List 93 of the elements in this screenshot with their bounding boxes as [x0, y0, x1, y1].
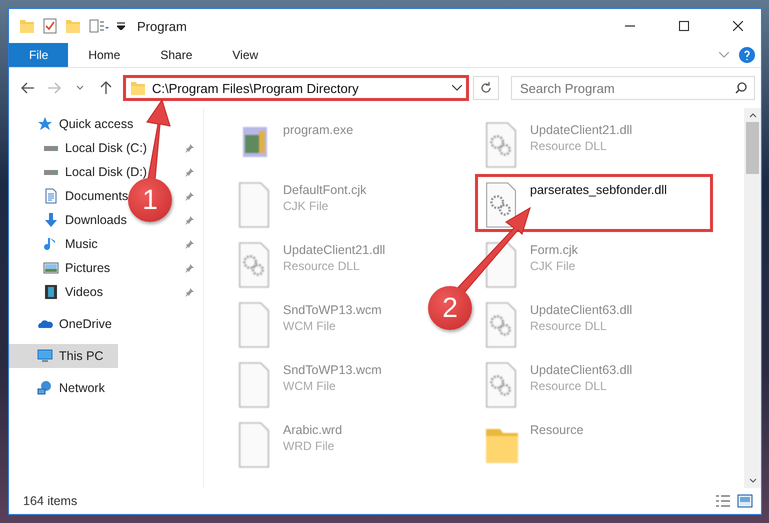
nav-item[interactable]: OneDrive: [9, 312, 116, 336]
file-type: Resource DLL: [283, 259, 361, 273]
file-name: Resource: [530, 423, 584, 437]
nav-label: This PC: [59, 349, 104, 363]
pin-icon[interactable]: [185, 239, 195, 249]
file-name: parserates_sebfonder.dll: [530, 183, 667, 197]
new-folder-icon: [65, 20, 81, 32]
drive-icon: [43, 168, 59, 176]
file-type: Resource DLL: [530, 319, 608, 333]
minimize-icon: [625, 25, 635, 27]
address-bar[interactable]: C:\Program Files\Program Directory: [123, 75, 469, 101]
picture-icon: [43, 260, 59, 276]
window-title: Program: [137, 18, 187, 34]
item-count: 164 items: [23, 494, 78, 508]
up-arrow-icon: [100, 81, 112, 95]
file-name: SndToWP13.wcm: [283, 303, 382, 317]
nav-item[interactable]: Pictures: [9, 256, 114, 280]
close-icon: [733, 21, 743, 31]
nav-label: Network: [59, 381, 105, 395]
address-path: C:\Program Files\Program Directory: [152, 80, 360, 96]
drive-icon: [43, 144, 59, 152]
file-name: SndToWP13.wcm: [283, 363, 382, 377]
nav-label: OneDrive: [59, 317, 112, 331]
document-icon: [43, 188, 59, 204]
details-view-icon[interactable]: [715, 494, 731, 508]
caret-icon: [76, 85, 84, 91]
ribbon-tab[interactable]: View: [212, 43, 278, 67]
refresh-button[interactable]: [473, 76, 499, 100]
properties-icon[interactable]: [43, 18, 57, 34]
nav-item[interactable]: Videos: [9, 280, 107, 304]
search-field[interactable]: Search Program: [511, 76, 755, 100]
file-name: UpdateClient21.dll: [530, 123, 632, 137]
scroll-up-icon[interactable]: [748, 112, 756, 118]
network-icon: [37, 380, 53, 396]
file-name: Arabic.wrd: [283, 423, 342, 437]
highlighted-file[interactable]: parserates_sebfonder.dll: [475, 174, 713, 232]
file-type: CJK File: [283, 199, 330, 213]
pin-icon[interactable]: [185, 215, 195, 225]
search-icon[interactable]: [735, 82, 747, 94]
folder-icon: [130, 82, 146, 94]
ribbon-tab[interactable]: Share: [140, 43, 212, 67]
forward-arrow-icon: [47, 82, 61, 94]
nav-label: Documents: [65, 189, 128, 203]
customize-toolbar-icon[interactable]: [89, 19, 109, 33]
scrollbar[interactable]: [744, 108, 761, 488]
large-icons-view-icon[interactable]: [737, 494, 753, 508]
pin-icon[interactable]: [185, 287, 195, 297]
nav-item[interactable]: Downloads: [9, 208, 131, 232]
file-type: CJK File: [530, 259, 576, 273]
nav-item[interactable]: Network: [9, 376, 109, 400]
file-name: DefaultFont.cjk: [283, 183, 366, 197]
nav-item[interactable]: Quick access: [9, 112, 138, 136]
file-name: UpdateClient63.dll: [530, 303, 632, 317]
pin-icon[interactable]: [185, 191, 195, 201]
nav-label: Pictures: [65, 261, 110, 275]
nav-label: Videos: [65, 285, 103, 299]
file-type: WRD File: [283, 439, 336, 453]
star-icon: [37, 116, 53, 132]
back-arrow-icon: [21, 82, 35, 94]
file-type: WCM File: [283, 379, 337, 393]
nav-item[interactable]: Local Disk (C:): [9, 136, 151, 160]
nav-item[interactable]: Music: [9, 232, 102, 256]
cloud-icon: [37, 320, 53, 328]
film-icon: [43, 284, 59, 300]
folder-icon: [19, 20, 35, 32]
dropdown-icon[interactable]: [452, 85, 462, 91]
ribbon-tab[interactable]: Home: [68, 43, 140, 67]
file-type: Resource DLL: [530, 379, 608, 393]
help-icon[interactable]: [739, 47, 755, 63]
scroll-down-icon[interactable]: [748, 478, 756, 484]
file-name: Form.cjk: [530, 243, 578, 257]
file-type: Resource DLL: [530, 139, 608, 153]
nav-item[interactable]: This PC: [9, 344, 118, 368]
maximize-icon: [679, 21, 689, 31]
file-name: program.exe: [283, 123, 354, 137]
file-menu[interactable]: File: [9, 43, 68, 67]
file-name: UpdateClient63.dll: [530, 363, 632, 377]
nav-label: Local Disk (C:): [65, 141, 147, 155]
nav-label: Local Disk (D:): [65, 165, 147, 179]
scrollbar-thumb[interactable]: [746, 122, 759, 174]
refresh-icon: [480, 82, 492, 94]
pin-icon[interactable]: [185, 167, 195, 177]
monitor-icon: [37, 348, 53, 364]
nav-label: Quick access: [59, 117, 134, 131]
file-name: UpdateClient21.dll: [283, 243, 386, 257]
chevron-icon[interactable]: [719, 52, 729, 58]
pin-icon[interactable]: [185, 143, 195, 153]
pin-icon[interactable]: [185, 263, 195, 273]
dropdown-icon[interactable]: [117, 22, 125, 30]
nav-label: Music: [65, 237, 98, 251]
nav-label: Downloads: [65, 213, 127, 227]
download-arrow-icon: [43, 212, 59, 228]
file-type: WCM File: [283, 319, 337, 333]
